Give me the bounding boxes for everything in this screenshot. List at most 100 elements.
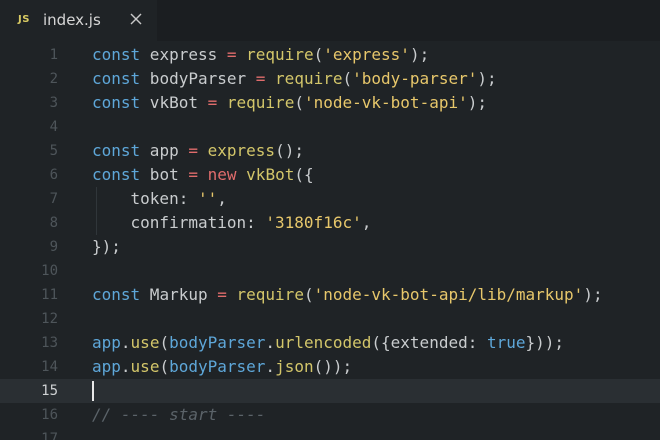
code-token: const <box>92 93 141 112</box>
code-token: require <box>246 45 314 64</box>
code-line[interactable]: 15 <box>0 379 660 403</box>
code-token: bodyParser <box>140 69 256 88</box>
code-text: const bot = new vkBot({ <box>92 163 314 187</box>
code-token: ); <box>409 45 430 64</box>
code-line[interactable]: 13 app.use(bodyParser.urlencoded({extende… <box>0 331 660 355</box>
code-text: const bodyParser = require('body-parser'… <box>92 67 497 91</box>
code-token: const <box>92 45 141 64</box>
code-line[interactable]: 12 <box>0 307 660 331</box>
code-token: . <box>120 357 131 376</box>
code-token: 'node-vk-bot-api/lib/markup' <box>313 285 584 304</box>
line-number: 6 <box>49 167 58 183</box>
code-line[interactable]: 8 confirmation: '3180f16c', <box>0 211 660 235</box>
code-line[interactable]: 11 const Markup = require('node-vk-bot-ap… <box>0 283 660 307</box>
close-icon-glyph <box>130 13 142 25</box>
code-token: app <box>92 357 121 376</box>
code-token: '3180f16c' <box>265 213 362 232</box>
code-token: = <box>188 165 198 184</box>
code-line[interactable]: 4 <box>0 115 660 139</box>
code-token: 'express' <box>323 45 410 64</box>
line-number: 4 <box>49 119 58 135</box>
tab-bar: JS index.js <box>0 0 660 41</box>
code-token: (); <box>275 141 304 160</box>
close-icon[interactable] <box>126 9 146 29</box>
line-number: 2 <box>49 71 58 87</box>
code-line[interactable]: 14 app.use(bodyParser.json()); <box>0 355 660 379</box>
code-text: // ---- start ---- <box>92 403 265 427</box>
code-token: vkBot <box>140 93 208 112</box>
code-line[interactable]: 17 <box>0 427 660 440</box>
code-token: confirmation: <box>92 213 266 232</box>
code-token: 'node-vk-bot-api' <box>303 93 468 112</box>
code-token: . <box>120 333 131 352</box>
code-token: new <box>207 165 237 184</box>
code-token: require <box>236 285 304 304</box>
code-text: confirmation: '3180f16c', <box>92 211 372 235</box>
code-line[interactable]: 9}); <box>0 235 660 259</box>
code-line[interactable]: 3 const vkBot = require('node-vk-bot-api'… <box>0 91 660 115</box>
code-line[interactable]: 6 const bot = new vkBot({ <box>0 163 660 187</box>
code-token: bot <box>140 165 189 184</box>
code-text: }); <box>92 235 121 259</box>
code-token: = <box>255 69 266 88</box>
code-token: app <box>140 141 189 160</box>
code-token: true <box>486 333 526 352</box>
code-token: ( <box>313 45 324 64</box>
code-token: '' <box>197 189 218 208</box>
code-token: bodyParser <box>169 333 266 352</box>
code-token: ); <box>477 69 497 88</box>
code-token: const <box>92 69 141 88</box>
tab-index-js[interactable]: JS index.js <box>0 0 157 41</box>
line-number: 14 <box>41 359 58 375</box>
code-token: const <box>92 285 141 304</box>
code-line[interactable]: 10 <box>0 259 660 283</box>
code-token: urlencoded <box>275 333 372 352</box>
code-line[interactable]: 1 const express = require('express'); <box>0 43 660 67</box>
line-number: 15 <box>41 383 58 399</box>
code-text: token: '', <box>92 187 227 211</box>
code-token: , <box>361 213 372 232</box>
line-number: 8 <box>49 215 58 231</box>
code-line[interactable]: 16 // ---- start ---- <box>0 403 660 427</box>
code-token: = <box>207 93 218 112</box>
code-text: app.use(bodyParser.urlencoded({extended:… <box>92 331 564 355</box>
code-token: ({ <box>294 165 314 184</box>
line-number: 1 <box>49 47 58 63</box>
code-token: use <box>130 333 160 352</box>
line-number: 7 <box>49 191 58 207</box>
line-number: 3 <box>49 95 58 111</box>
code-token: = <box>226 45 237 64</box>
code-token: ( <box>294 93 304 112</box>
code-token: bodyParser <box>169 357 266 376</box>
code-line[interactable]: 7 token: '', <box>0 187 660 211</box>
code-token: vkBot <box>246 165 295 184</box>
code-editor[interactable]: 1 const express = require('express'); 2 con… <box>0 41 660 440</box>
code-token: const <box>92 141 141 160</box>
code-token: ( <box>159 333 170 352</box>
code-token: token: <box>92 189 198 208</box>
js-file-icon: JS <box>18 14 30 25</box>
code-line[interactable]: 5 const app = express(); <box>0 139 660 163</box>
code-token: ); <box>583 285 603 304</box>
editor-window: JS index.js 1 const express = require('ex… <box>0 0 660 440</box>
line-number: 11 <box>41 287 58 303</box>
code-token: // ---- start ---- <box>92 405 266 424</box>
code-token: })); <box>525 333 565 352</box>
line-number: 13 <box>41 335 58 351</box>
code-token: ({extended: <box>371 333 487 352</box>
line-number: 10 <box>41 263 58 279</box>
code-token: = <box>188 141 198 160</box>
code-token: }); <box>92 237 121 256</box>
code-token: ( <box>342 69 353 88</box>
code-text: const express = require('express'); <box>92 43 429 67</box>
code-token: . <box>265 333 276 352</box>
code-text: const app = express(); <box>92 139 304 163</box>
code-line[interactable]: 2 const bodyParser = require('body-parser… <box>0 67 660 91</box>
tab-title: index.js <box>43 11 101 29</box>
